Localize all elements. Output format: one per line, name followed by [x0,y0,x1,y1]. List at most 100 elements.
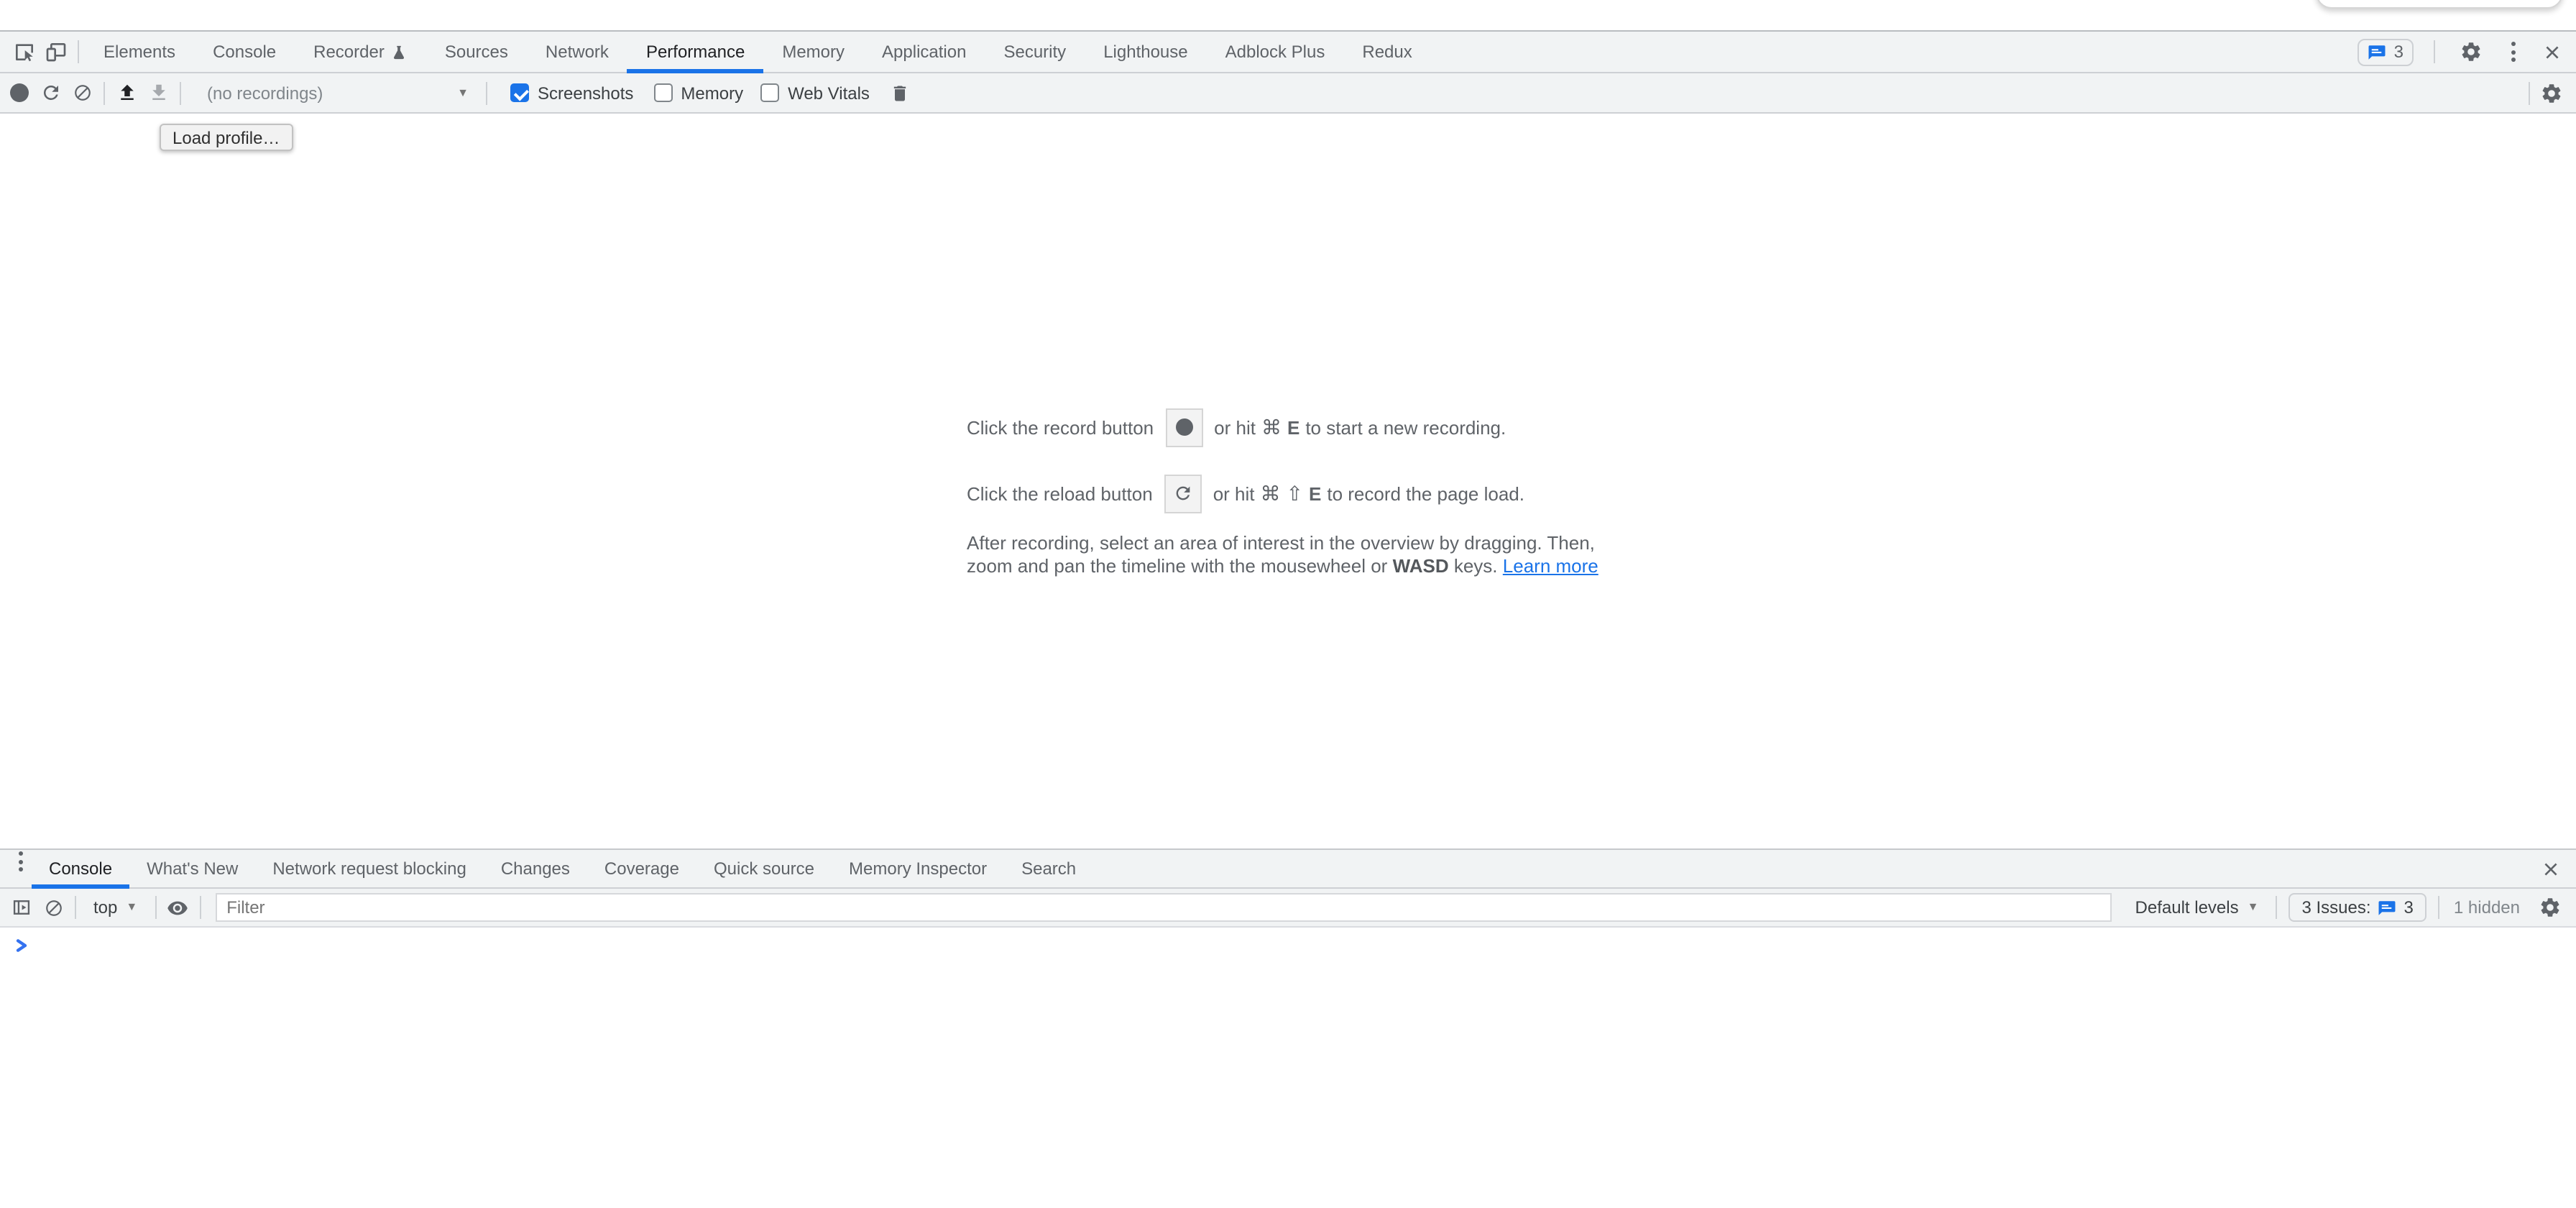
divider [2276,896,2277,919]
drawer-tab-console[interactable]: Console [32,850,129,887]
issues-chat-icon [2368,42,2387,61]
drawer-tab-quick-source[interactable]: Quick source [696,850,832,887]
sidebar-toggle-icon [12,897,32,918]
inspect-element-button[interactable] [9,32,40,72]
clear-console-button[interactable] [37,889,69,926]
memory-checkbox[interactable] [653,83,672,102]
clear-button[interactable] [66,73,98,112]
console-messages-area[interactable] [0,928,2576,1208]
drawer: Console What's New Network request block… [0,848,2576,1208]
load-profile-tooltip: Load profile… [160,124,293,151]
inspect-icon [13,40,36,63]
flask-icon [392,42,408,61]
block-icon [44,898,63,917]
settings-button[interactable] [2455,32,2487,72]
shortcut-key: E [1309,482,1321,504]
command-key-glyph: ⌘ [1261,415,1282,439]
tab-label: Lighthouse [1103,42,1187,62]
shift-key-glyph: ⇧ [1287,481,1303,505]
record-shortcut-text: or hit ⌘ E to start a new recording. [1214,415,1506,439]
tab-label: Elements [104,42,175,62]
log-levels-dropdown[interactable]: Default levels ▼ [2124,897,2271,918]
console-filter-input[interactable] [215,893,2112,922]
tab-label: Performance [646,42,745,62]
close-devtools-button[interactable] [2539,32,2564,72]
tab-security[interactable]: Security [985,32,1085,72]
issues-button[interactable]: 3 Issues: 3 [2288,893,2426,922]
tab-console[interactable]: Console [194,32,295,72]
trash-icon [890,83,910,103]
drawer-tabbar: Console What's New Network request block… [0,850,2576,889]
tab-redux[interactable]: Redux [1343,32,1430,72]
drawer-tabs: Console What's New Network request block… [32,850,1093,887]
drawer-tab-search[interactable]: Search [1004,850,1093,887]
record-button[interactable] [3,73,34,112]
tab-label: Coverage [604,859,679,879]
chevron-down-icon: ▼ [2248,902,2259,913]
device-toolbar-button[interactable] [40,32,72,72]
garbage-collect-button[interactable] [884,73,916,112]
divider [2434,40,2435,63]
tab-memory[interactable]: Memory [763,32,863,72]
more-options-button[interactable] [2501,40,2524,63]
drawer-tab-whats-new[interactable]: What's New [129,850,255,887]
kebab-icon [2511,42,2515,46]
tab-recorder[interactable]: Recorder [295,32,426,72]
drawer-tab-network-request-blocking[interactable]: Network request blocking [255,850,483,887]
tab-lighthouse[interactable]: Lighthouse [1085,32,1206,72]
context-value: top [93,897,117,918]
capture-settings-button[interactable] [2536,73,2567,112]
drawer-tab-changes[interactable]: Changes [484,850,587,887]
divider [2529,81,2530,104]
close-drawer-button[interactable] [2537,850,2563,887]
reload-instruction-row: Click the reload button or hit ⌘ ⇧ E to … [967,473,1609,513]
console-settings-button[interactable] [2534,889,2566,926]
reload-instruction-text: Click the reload button [967,482,1153,504]
tab-sources[interactable]: Sources [426,32,527,72]
issues-counter-button[interactable]: 3 [2358,38,2414,65]
close-icon [2542,42,2561,61]
tab-label: Application [882,42,966,62]
console-sidebar-toggle-button[interactable] [6,889,37,926]
save-profile-button[interactable] [142,73,174,112]
tab-elements[interactable]: Elements [85,32,194,72]
tab-adblock-plus[interactable]: Adblock Plus [1207,32,1344,72]
web-vitals-checkbox[interactable] [760,83,779,102]
reload-and-record-button[interactable] [34,73,66,112]
screenshots-checkbox[interactable] [510,83,529,102]
divider [75,896,76,919]
divider [104,81,105,104]
chevron-down-icon: ▼ [457,87,469,99]
web-vitals-checkbox-group[interactable]: Web Vitals [760,83,870,103]
javascript-context-dropdown[interactable]: top ▼ [82,897,149,918]
performance-toolbar: (no recordings) ▼ Screenshots Memory Web… [0,73,2576,114]
issues-count: 3 [2394,42,2404,62]
tab-label: Memory Inspector [849,859,987,879]
tab-application[interactable]: Application [863,32,985,72]
eye-icon [167,897,188,918]
tab-network[interactable]: Network [527,32,627,72]
recordings-dropdown[interactable]: (no recordings) ▼ [196,77,480,109]
create-live-expression-button[interactable] [162,889,193,926]
command-key-glyph: ⌘ [1261,481,1281,505]
load-profile-button[interactable] [111,73,142,112]
drawer-tab-memory-inspector[interactable]: Memory Inspector [832,850,1004,887]
tabbar-right-controls: 3 [2358,32,2576,72]
divider [199,896,201,919]
record-button-illustration [1165,408,1202,447]
drawer-right-controls [2537,850,2576,887]
drawer-tab-coverage[interactable]: Coverage [587,850,696,887]
tab-performance[interactable]: Performance [627,32,763,72]
tooltip-text: Load profile… [172,127,280,147]
learn-more-link[interactable]: Learn more [1503,555,1598,577]
checkbox-label: Memory [681,83,743,103]
screenshots-checkbox-group[interactable]: Screenshots [510,83,633,103]
drawer-more-tabs-button[interactable] [9,850,32,873]
memory-checkbox-group[interactable]: Memory [653,83,743,103]
divider [2438,896,2439,919]
block-icon [73,83,91,102]
tab-label: Redux [1362,42,1412,62]
close-icon [2541,859,2559,878]
tab-label: Search [1021,859,1076,879]
tab-label: Quick source [714,859,814,879]
